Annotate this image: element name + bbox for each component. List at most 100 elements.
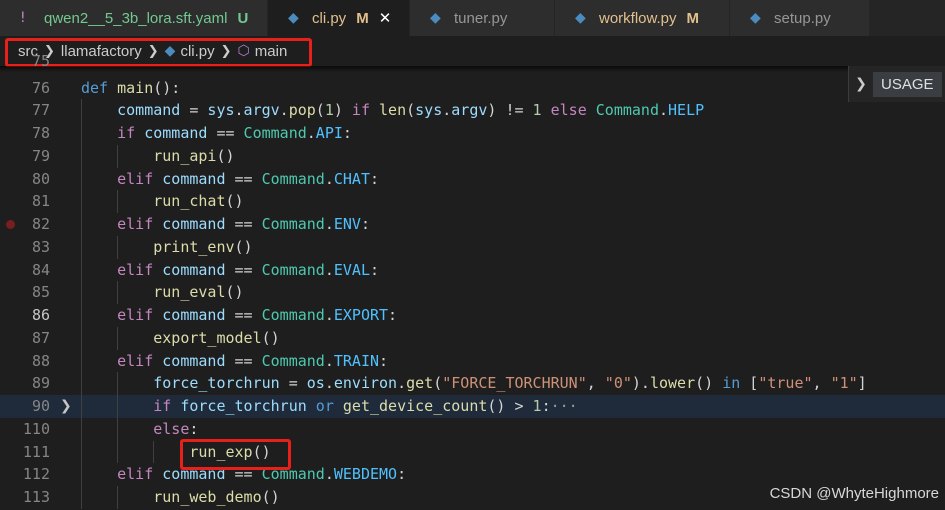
- line-number: 80: [31, 169, 50, 188]
- tab-cli-py[interactable]: ◆ cli.py M ✕: [268, 0, 410, 36]
- code-token: ==: [225, 351, 262, 370]
- code-token: ,: [586, 374, 605, 393]
- code-token: command: [162, 169, 226, 188]
- code-line[interactable]: 84 elif command == Command.EVAL:: [0, 258, 945, 282]
- code-token: (): [261, 328, 280, 347]
- code-text: command = sys.argv.pop(1) if len(sys.arg…: [117, 99, 704, 122]
- chevron-right-icon: ❯: [147, 43, 159, 59]
- code-token: :: [360, 215, 370, 233]
- code-token: Command: [261, 465, 325, 484]
- code-text: run_eval(): [153, 281, 243, 304]
- code-line[interactable]: 87 export_model(): [0, 326, 945, 350]
- line-number: 78: [31, 124, 50, 142]
- usage-label: USAGE: [873, 71, 942, 97]
- code-line[interactable]: 80 elif command == Command.CHAT:: [0, 167, 945, 191]
- code-line[interactable]: 110 else:: [0, 417, 945, 441]
- line-number: 86: [31, 306, 50, 324]
- code-token: ():: [153, 78, 181, 97]
- code-token: force_torchrun: [153, 374, 280, 393]
- code-token: .: [324, 351, 334, 370]
- code-token: .: [324, 374, 334, 393]
- code-line[interactable]: 83 print_env(): [0, 235, 945, 259]
- code-token: elif: [117, 351, 163, 370]
- breadcrumb-file[interactable]: cli.py: [180, 43, 214, 60]
- code-line[interactable]: 76 def main():: [0, 77, 945, 100]
- code-token: ENV: [333, 215, 361, 233]
- code-token: .: [279, 101, 289, 120]
- code-line[interactable]: 85 run_eval(): [0, 281, 945, 304]
- tab-qwen2-5-3b-lora-sft-yaml[interactable]: ! qwen2__5_3b_lora.sft.yaml U: [0, 0, 268, 36]
- code-token: CHAT: [333, 169, 370, 188]
- code-token: argv: [451, 101, 488, 120]
- code-token: WEBDEMO: [333, 465, 398, 484]
- breadcrumb-llamafactory[interactable]: llamafactory: [61, 43, 142, 60]
- code-token: Command: [261, 169, 325, 188]
- code-token: Command: [261, 351, 325, 370]
- indent-guide: [81, 463, 82, 486]
- code-token: command: [162, 465, 226, 484]
- code-text: run_chat(): [153, 190, 243, 213]
- line-number: 110: [22, 419, 50, 438]
- indent-guide: [81, 395, 82, 418]
- code-token: elif: [117, 306, 163, 324]
- code-token: :: [342, 124, 352, 142]
- tab-status-badge: M: [356, 9, 369, 27]
- code-token: .: [324, 306, 334, 324]
- code-line[interactable]: 111 run_exp(): [0, 440, 945, 464]
- breadcrumb: src ❯ llamafactory ❯ ◆ cli.py ❯ ⬡ main: [0, 36, 945, 66]
- code-line[interactable]: 81 run_chat(): [0, 190, 945, 213]
- code-token: ==: [225, 169, 262, 188]
- usage-widget[interactable]: ❯ USAGE: [848, 66, 945, 102]
- code-token: command: [162, 215, 226, 233]
- indent-guide: [81, 349, 82, 373]
- tab-status-badge: U: [237, 9, 249, 27]
- breadcrumb-symbol[interactable]: main: [255, 43, 288, 60]
- indent-guide: [81, 144, 82, 168]
- indent-guide: [81, 372, 82, 395]
- code-token: API: [315, 124, 343, 142]
- code-token: EXPORT: [333, 306, 389, 324]
- code-token: if: [351, 101, 380, 120]
- indent-guide: [81, 440, 82, 464]
- code-token: else: [153, 419, 190, 438]
- code-token: run_api: [153, 146, 217, 165]
- code-token: Command: [261, 215, 325, 233]
- code-token: (): [216, 146, 235, 165]
- code-line[interactable]: 78 if command == Command.API:: [0, 122, 945, 145]
- code-token: ]: [857, 374, 867, 393]
- code-token: ···: [550, 397, 578, 415]
- code-line[interactable]: 79 run_api(): [0, 144, 945, 168]
- line-number: 76: [31, 78, 50, 97]
- code-line[interactable]: 90 ❯ if force_torchrun or get_device_count…: [0, 395, 945, 418]
- code-token: in: [722, 374, 750, 393]
- code-token: len: [379, 101, 407, 120]
- code-editor[interactable]: 76 def main(): 77 command = sys.argv.pop(1)…: [0, 66, 945, 510]
- indent-guide: [81, 304, 82, 327]
- tab-setup-py[interactable]: ◆ setup.py: [730, 0, 870, 36]
- code-text: force_torchrun = os.environ.get("FORCE_T…: [153, 372, 866, 395]
- tab-workflow-py[interactable]: ◆ workflow.py M: [555, 0, 730, 36]
- code-token: ==: [225, 465, 262, 484]
- code-line[interactable]: 88 elif command == Command.TRAIN:: [0, 349, 945, 373]
- code-line[interactable]: 77 command = sys.argv.pop(1) if len(sys.a…: [0, 99, 945, 122]
- code-line[interactable]: 89 force_torchrun = os.environ.get("FORCE…: [0, 372, 945, 395]
- code-token: (): [225, 192, 244, 211]
- code-token: lower: [649, 374, 696, 393]
- fold-chevron-icon[interactable]: ❯: [60, 395, 72, 418]
- code-line[interactable]: 82 elif command == Command.ENV:: [0, 213, 945, 236]
- code-line[interactable]: 112 elif command == Command.WEBDEMO:: [0, 463, 945, 486]
- line-number: 87: [31, 328, 50, 347]
- watermark: CSDN @WhyteHighmore: [769, 485, 939, 502]
- indent-guide: [81, 326, 82, 350]
- code-token: (: [315, 101, 325, 120]
- code-text: run_web_demo(): [153, 486, 279, 509]
- indent-guide: [117, 326, 119, 350]
- chevron-right-icon[interactable]: ❯: [849, 76, 873, 92]
- close-icon[interactable]: ✕: [379, 9, 392, 27]
- code-line[interactable]: 86 elif command == Command.EXPORT:: [0, 304, 945, 327]
- tab-tuner-py[interactable]: ◆ tuner.py: [410, 0, 555, 36]
- python-icon: ◆: [288, 10, 299, 26]
- code-text: elif command == Command.EXPORT:: [117, 304, 397, 327]
- code-token: 1: [324, 101, 334, 120]
